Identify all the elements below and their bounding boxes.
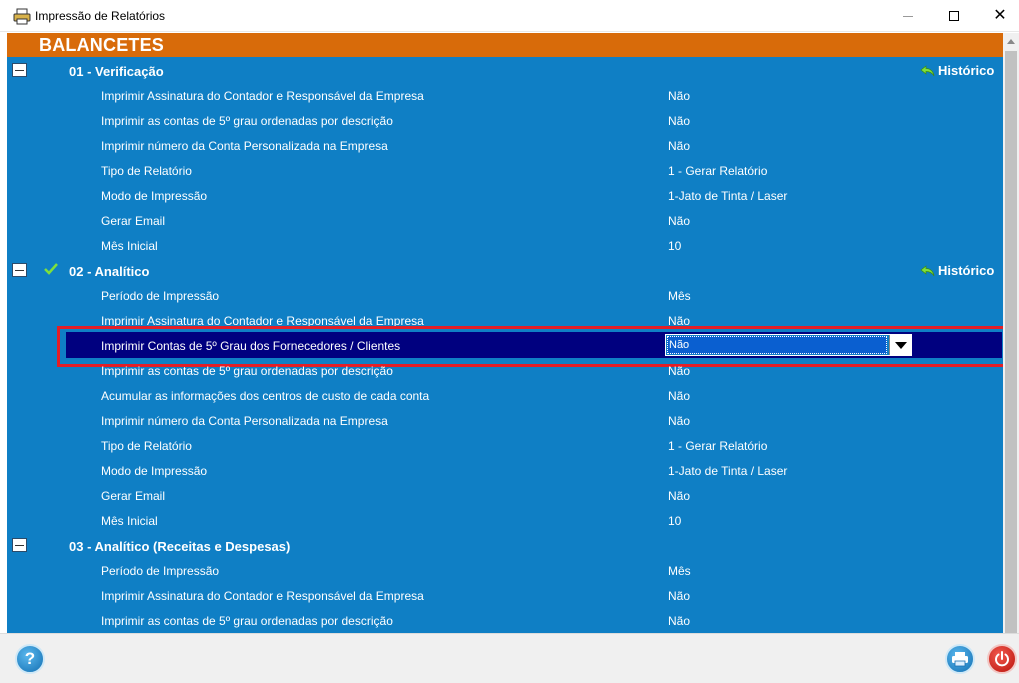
item-label: Mês Inicial xyxy=(101,514,158,528)
section-title: 01 - Verificação xyxy=(69,64,164,79)
help-button[interactable]: ? xyxy=(15,644,45,674)
minimize-button[interactable] xyxy=(885,0,931,32)
vertical-scrollbar[interactable] xyxy=(1003,33,1019,647)
item-label: Modo de Impressão xyxy=(101,189,208,203)
item-label: Modo de Impressão xyxy=(101,464,208,478)
list-item[interactable]: Período de Impressão Mês xyxy=(7,283,1003,308)
item-label: Mês Inicial xyxy=(101,239,158,253)
item-value: Não xyxy=(668,414,691,428)
list-item[interactable]: Acumular as informações dos centros de c… xyxy=(7,383,1003,408)
item-value: Mês xyxy=(668,289,691,303)
window-title: Impressão de Relatórios xyxy=(35,9,166,23)
list-item[interactable]: Mês Inicial 10 xyxy=(7,508,1003,533)
section-title: 03 - Analítico (Receitas e Despesas) xyxy=(69,539,291,554)
power-icon xyxy=(995,651,1009,667)
maximize-button[interactable] xyxy=(931,0,977,32)
item-value: Não xyxy=(668,139,691,153)
list-item[interactable]: Gerar Email Não xyxy=(7,483,1003,508)
bottom-toolbar: ? xyxy=(0,633,1019,683)
section-row-verificacao[interactable]: 01 - Verificação Histórico xyxy=(7,58,1003,83)
list-item[interactable]: Mês Inicial 10 xyxy=(7,233,1003,258)
item-label: Tipo de Relatório xyxy=(101,439,192,453)
list-item[interactable]: Imprimir número da Conta Personalizada n… xyxy=(7,133,1003,158)
printer-app-icon xyxy=(13,8,31,25)
print-button[interactable] xyxy=(945,644,975,674)
item-label: Tipo de Relatório xyxy=(101,164,192,178)
list-item[interactable]: Gerar Email Não xyxy=(7,208,1003,233)
item-value: Não xyxy=(668,214,691,228)
item-value: 10 xyxy=(668,239,682,253)
item-label: Gerar Email xyxy=(101,489,166,503)
list-item[interactable]: Imprimir número da Conta Personalizada n… xyxy=(7,408,1003,433)
section-title: 02 - Analítico xyxy=(69,264,150,279)
scroll-thumb[interactable] xyxy=(1005,51,1017,647)
list-item[interactable]: Tipo de Relatório 1 - Gerar Relatório xyxy=(7,158,1003,183)
collapse-icon[interactable] xyxy=(12,63,27,77)
list-item[interactable]: Tipo de Relatório 1 - Gerar Relatório xyxy=(7,433,1003,458)
item-label: Período de Impressão xyxy=(101,564,220,578)
exit-button[interactable] xyxy=(987,644,1017,674)
item-label: Imprimir Assinatura do Contador e Respon… xyxy=(101,89,424,103)
item-value: 10 xyxy=(668,514,682,528)
item-value: Mês xyxy=(668,564,691,578)
item-value: 1 - Gerar Relatório xyxy=(668,164,768,178)
historico-label: Histórico xyxy=(938,63,995,78)
list-item[interactable]: Imprimir as contas de 5º grau ordenadas … xyxy=(7,608,1003,633)
list-item[interactable]: Modo de Impressão 1-Jato de Tinta / Laser xyxy=(7,458,1003,483)
chevron-up-icon xyxy=(1007,38,1015,44)
list-item[interactable]: Imprimir Assinatura do Contador e Respon… xyxy=(7,583,1003,608)
historico-link[interactable]: Histórico xyxy=(920,263,994,278)
checkmark-icon xyxy=(44,263,58,275)
historico-link[interactable]: Histórico xyxy=(920,63,994,78)
title-bar: Impressão de Relatórios ✕ xyxy=(0,0,1019,32)
item-label: Período de Impressão xyxy=(101,289,220,303)
list-item[interactable]: Imprimir Assinatura do Contador e Respon… xyxy=(7,83,1003,108)
page-title: BALANCETES xyxy=(39,35,165,55)
maximize-icon xyxy=(949,11,959,21)
item-value: Não xyxy=(668,614,691,628)
historico-label: Histórico xyxy=(938,263,995,278)
item-label: Gerar Email xyxy=(101,214,166,228)
close-icon: ✕ xyxy=(993,7,1007,24)
item-value: Não xyxy=(668,589,691,603)
item-value: Não xyxy=(668,89,691,103)
back-arrow-icon xyxy=(920,264,935,276)
back-arrow-icon xyxy=(920,64,935,76)
item-label: Acumular as informações dos centros de c… xyxy=(101,389,430,403)
item-value: 1-Jato de Tinta / Laser xyxy=(668,189,788,203)
item-value: Não xyxy=(668,389,691,403)
item-value: 1-Jato de Tinta / Laser xyxy=(668,464,788,478)
item-value: Não xyxy=(668,489,691,503)
item-label: Imprimir número da Conta Personalizada n… xyxy=(101,414,388,428)
help-icon: ? xyxy=(24,649,36,668)
scroll-up-button[interactable] xyxy=(1003,33,1019,49)
item-label: Imprimir Assinatura do Contador e Respon… xyxy=(101,589,424,603)
item-value: Não xyxy=(668,114,691,128)
close-button[interactable]: ✕ xyxy=(977,0,1019,32)
item-label: Imprimir as contas de 5º grau ordenadas … xyxy=(101,614,393,628)
list-item[interactable]: Imprimir as contas de 5º grau ordenadas … xyxy=(7,108,1003,133)
item-value: 1 - Gerar Relatório xyxy=(668,439,768,453)
header-bar: BALANCETES xyxy=(7,33,1003,57)
list-item[interactable]: Período de Impressão Mês xyxy=(7,558,1003,583)
minimize-icon xyxy=(903,15,913,17)
list-item[interactable]: Modo de Impressão 1-Jato de Tinta / Laser xyxy=(7,183,1003,208)
item-value: Não xyxy=(668,364,691,378)
item-label: Imprimir as contas de 5º grau ordenadas … xyxy=(101,364,393,378)
printer-icon xyxy=(952,652,968,667)
collapse-icon[interactable] xyxy=(12,538,27,552)
section-row-receitas-despesas[interactable]: 03 - Analítico (Receitas e Despesas) xyxy=(7,533,1003,558)
item-label: Imprimir as contas de 5º grau ordenadas … xyxy=(101,114,393,128)
collapse-icon[interactable] xyxy=(12,263,27,277)
section-row-analitico[interactable]: 02 - Analítico Histórico xyxy=(7,258,1003,283)
list-item[interactable]: Imprimir as contas de 5º grau ordenadas … xyxy=(7,358,1003,383)
item-label: Imprimir número da Conta Personalizada n… xyxy=(101,139,388,153)
